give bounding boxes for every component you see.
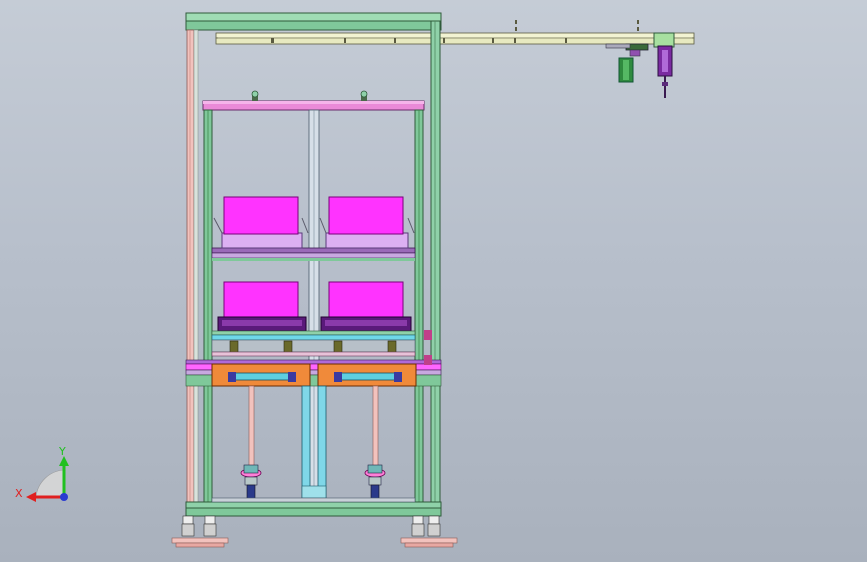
left-jack[interactable] xyxy=(240,385,262,501)
outer-right-post xyxy=(430,20,441,509)
machine-frame-model[interactable]: Y X xyxy=(0,0,867,562)
y-axis-label: Y xyxy=(58,445,66,458)
top-beam xyxy=(185,12,442,31)
orientation-triad[interactable]: Y X xyxy=(15,445,69,502)
cad-viewport[interactable]: Y X xyxy=(0,0,867,562)
lower-right-box[interactable] xyxy=(320,281,412,332)
upper-left-box[interactable] xyxy=(213,196,309,249)
x-axis-arrow-head xyxy=(26,492,36,502)
upper-right-box[interactable] xyxy=(319,196,415,249)
z-axis-origin xyxy=(60,493,68,501)
right-casters xyxy=(400,515,458,548)
right-jack[interactable] xyxy=(364,385,386,501)
left-casters xyxy=(171,515,229,548)
x-axis-label: X xyxy=(15,487,23,500)
upper-shelf xyxy=(211,247,416,261)
outer-left-post xyxy=(186,29,199,509)
bottom-base xyxy=(185,497,442,517)
lower-left-box[interactable] xyxy=(217,281,307,332)
